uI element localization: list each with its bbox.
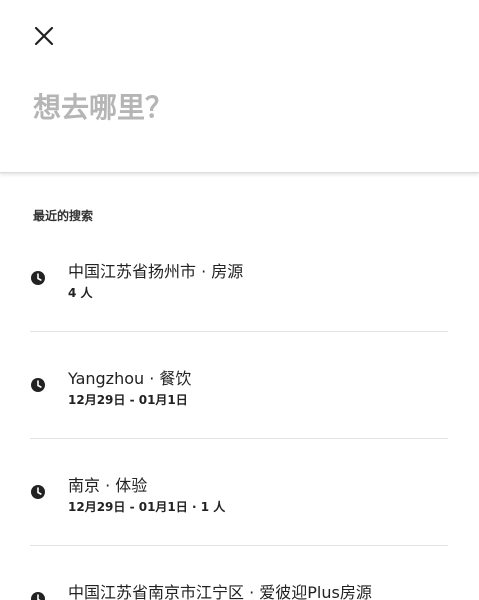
recent-search-subtitle: 12月29日 - 01月1日 · 1 人 [68, 500, 226, 514]
divider [30, 438, 448, 439]
recent-search-item[interactable]: 中国江苏省南京市江宁区 · 爱彼迎Plus房源 [30, 579, 448, 600]
recent-search-subtitle: 12月29日 - 01月1日 [68, 393, 188, 407]
recent-search-item[interactable]: Yangzhou · 餐饮 12月29日 - 01月1日 [30, 365, 448, 415]
recent-search-title: 南京 · 体验 [68, 476, 148, 495]
search-input[interactable] [33, 82, 453, 132]
clock-icon [31, 378, 45, 392]
recent-searches-heading: 最近的搜索 [33, 209, 94, 223]
divider [30, 545, 448, 546]
search-header [0, 0, 479, 173]
close-button[interactable] [28, 20, 60, 52]
clock-icon [31, 485, 45, 499]
recent-search-title: 中国江苏省扬州市 · 房源 [68, 262, 244, 281]
divider [30, 331, 448, 332]
recent-search-title: 中国江苏省南京市江宁区 · 爱彼迎Plus房源 [68, 583, 372, 600]
recent-search-item[interactable]: 南京 · 体验 12月29日 - 01月1日 · 1 人 [30, 472, 448, 522]
recent-search-title: Yangzhou · 餐饮 [68, 369, 192, 388]
recent-search-item[interactable]: 中国江苏省扬州市 · 房源 4 人 [30, 258, 448, 308]
close-icon [34, 26, 54, 46]
recent-search-subtitle: 4 人 [68, 286, 93, 300]
clock-icon [31, 592, 45, 600]
clock-icon [31, 271, 45, 285]
